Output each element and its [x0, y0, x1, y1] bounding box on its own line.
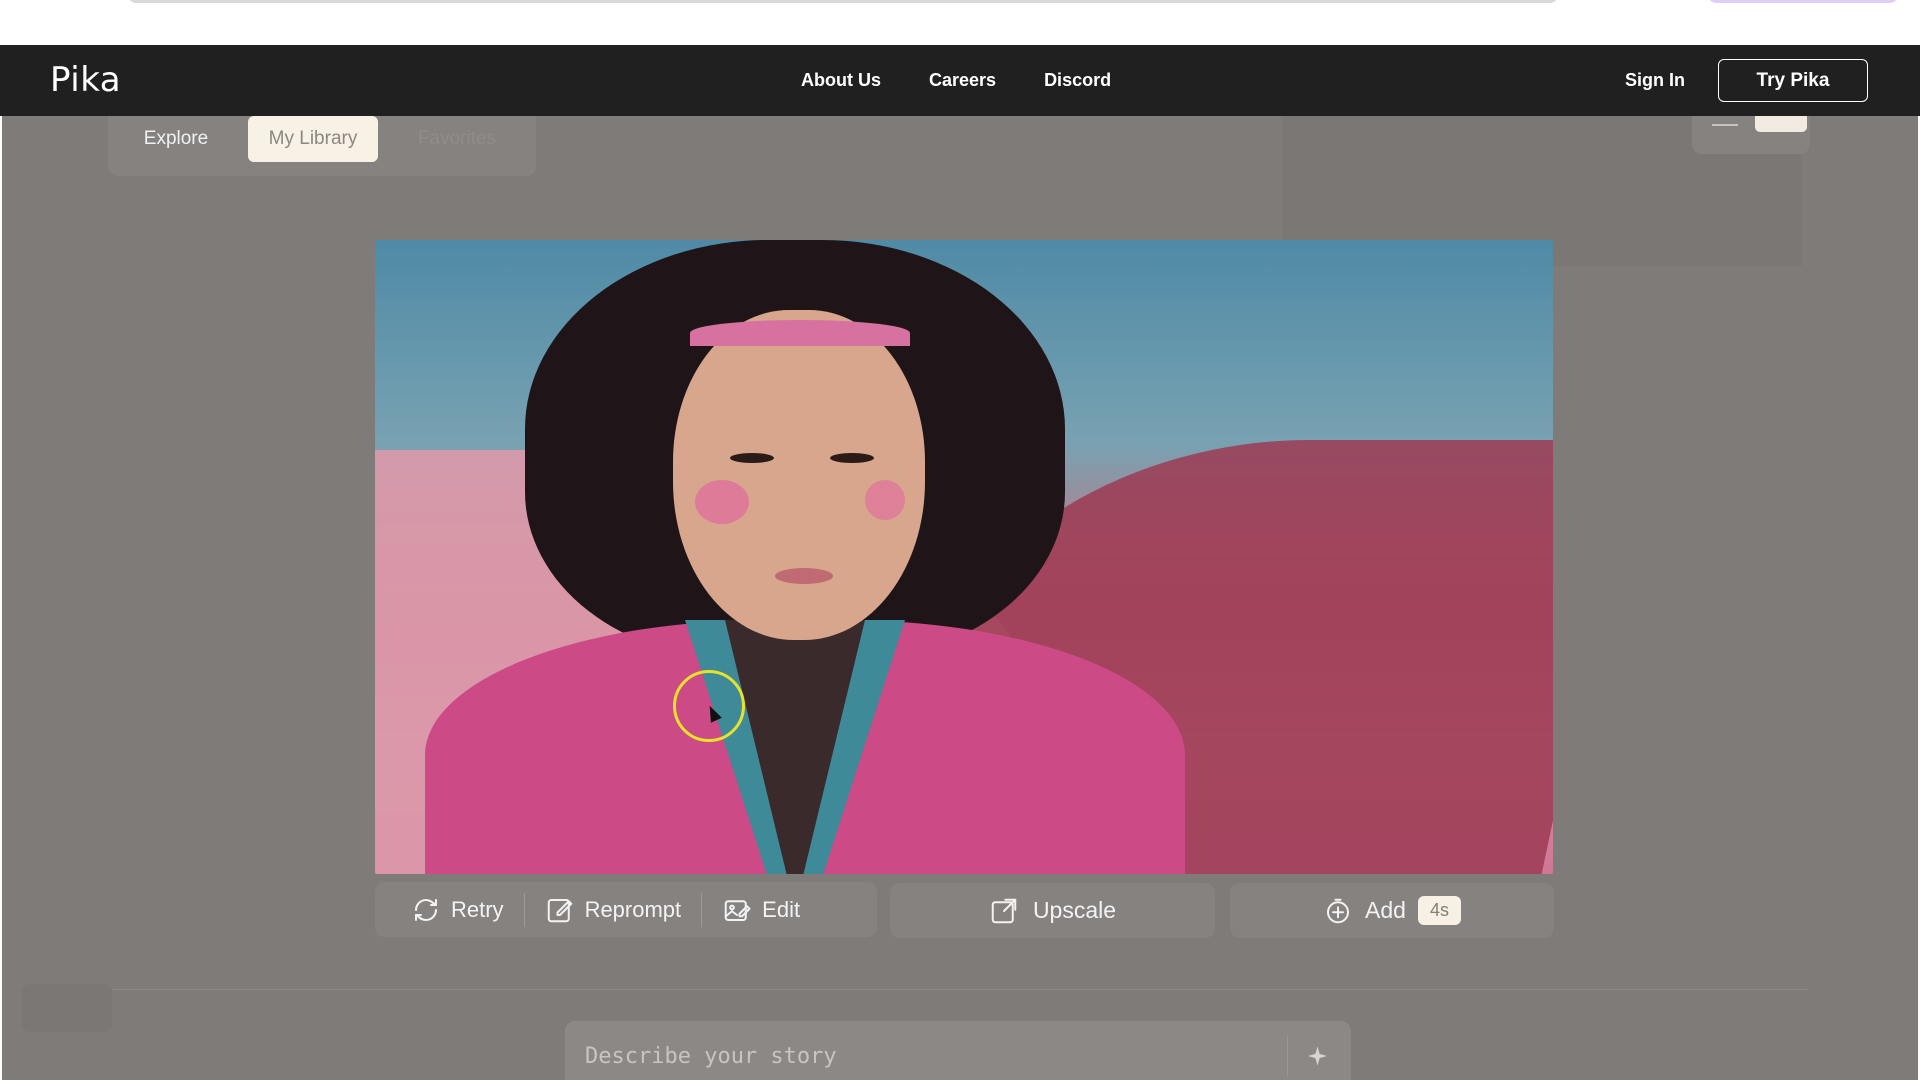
right-eye — [830, 453, 874, 463]
try-pika-button[interactable]: Try Pika — [1718, 59, 1868, 102]
browser-top-strip — [0, 0, 1920, 45]
browser-extension-pill[interactable] — [1708, 0, 1898, 3]
sign-in-link[interactable]: Sign In — [1625, 70, 1685, 91]
top-navbar: Pika About Us Careers Discord Sign In Tr… — [0, 45, 1920, 116]
nav-link-careers[interactable]: Careers — [929, 70, 996, 91]
tab-explore[interactable]: Explore — [116, 116, 236, 162]
generate-button[interactable] — [1287, 1035, 1329, 1077]
grid-view-icon[interactable] — [1712, 116, 1738, 126]
library-tab-bar: Explore My Library Favorites — [108, 116, 536, 176]
left-faded-panel — [22, 984, 112, 1032]
reprompt-label: Reprompt — [584, 896, 682, 922]
nav-link-discord[interactable]: Discord — [1044, 70, 1111, 91]
add-label: Add — [1365, 897, 1406, 923]
upscale-icon — [991, 898, 1017, 923]
sparkle-icon — [1307, 1046, 1328, 1066]
edit-label: Edit — [762, 896, 801, 922]
add-time-button[interactable]: Add 4s — [1230, 883, 1554, 938]
reprompt-button[interactable]: Reprompt — [525, 882, 702, 937]
retry-label: Retry — [451, 896, 504, 922]
retry-button[interactable]: Retry — [375, 882, 524, 937]
right-cheek-blush — [865, 480, 905, 520]
left-eye — [730, 453, 774, 463]
left-cheek-blush — [695, 480, 749, 524]
edit-image-icon — [724, 899, 751, 921]
lips — [775, 568, 833, 584]
add-time-icon — [1327, 898, 1350, 923]
edit-button[interactable]: Edit — [702, 882, 820, 937]
upscale-label: Upscale — [1032, 897, 1117, 923]
retry-icon — [415, 898, 437, 921]
app-overlay: Explore My Library Favorites Retry Repro… — [2, 116, 1918, 1080]
list-view-button[interactable] — [1755, 116, 1807, 132]
view-toggle — [1692, 116, 1810, 154]
prompt-box — [565, 1021, 1351, 1080]
tab-my-library[interactable]: My Library — [248, 116, 378, 162]
nav-link-about-us[interactable]: About Us — [801, 70, 881, 91]
video-action-group: Retry Reprompt Edit — [375, 882, 877, 937]
portrait-face — [673, 310, 925, 640]
beaded-headband — [690, 320, 910, 346]
upscale-button[interactable]: Upscale — [890, 883, 1215, 938]
tab-favorites[interactable]: Favorites — [392, 116, 522, 162]
browser-address-bar[interactable] — [128, 0, 1558, 3]
nav-links: About Us Careers Discord — [801, 45, 1111, 116]
pencil-square-icon — [547, 898, 572, 922]
pika-logo[interactable]: Pika — [50, 60, 121, 100]
generated-video-frame[interactable] — [375, 240, 1553, 874]
duration-badge: 4s — [1417, 896, 1461, 925]
section-divider — [112, 989, 1808, 990]
story-prompt-input[interactable] — [585, 1037, 1265, 1075]
